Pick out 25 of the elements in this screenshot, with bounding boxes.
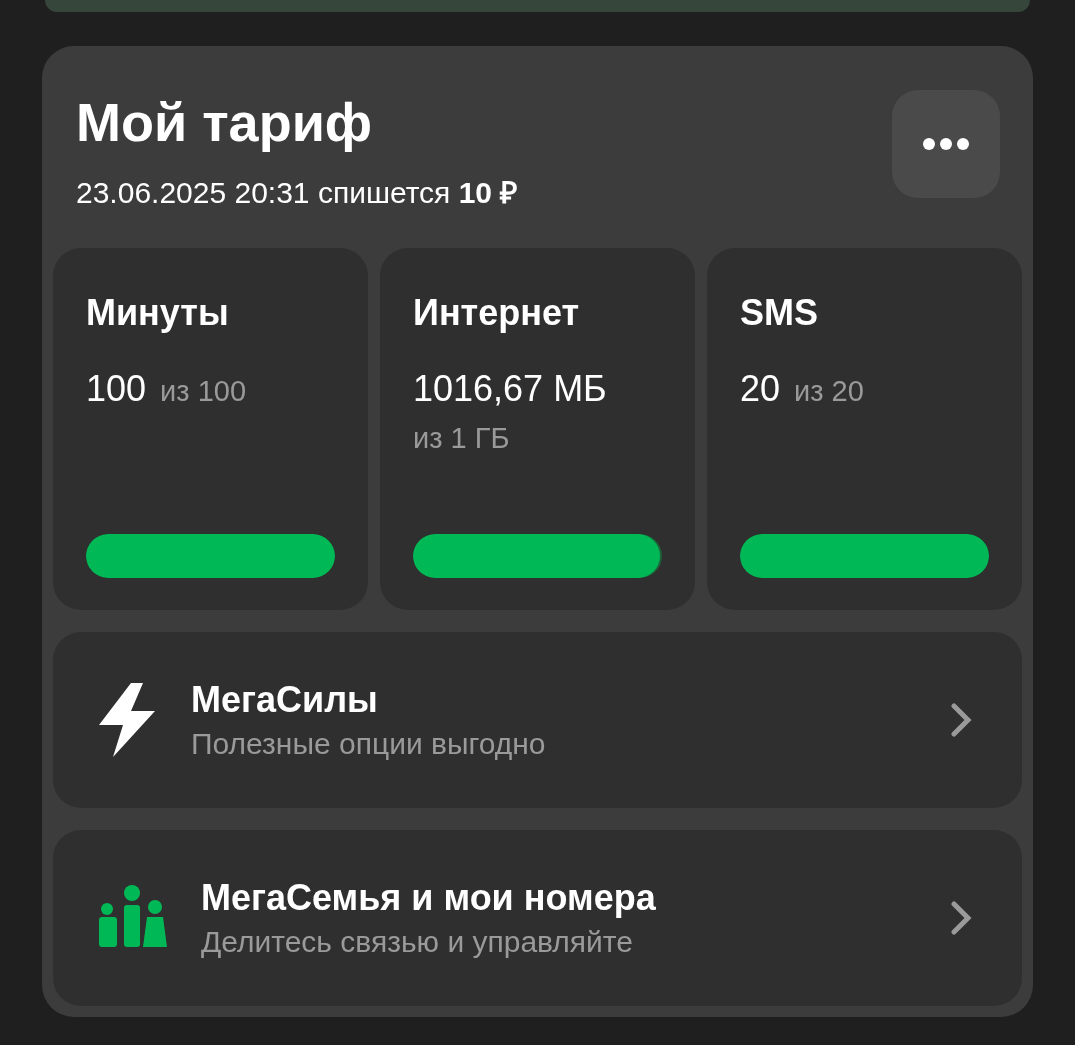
- counter-value: 20: [740, 367, 781, 410]
- chevron-icon: [950, 900, 972, 935]
- counter-title: Интернет: [413, 291, 581, 334]
- more-button[interactable]: [892, 90, 1000, 198]
- chevron-icon: [950, 702, 972, 737]
- card-title: Мой тариф: [76, 91, 374, 154]
- option-row[interactable]: МегаСемья и мои номера Делитесь связью и управляйте: [53, 829, 1022, 1006]
- counter-card[interactable]: Минуты 100 из 100: [53, 247, 368, 610]
- counter-card[interactable]: SMS 20 из 20: [707, 247, 1022, 610]
- counter-title: Минуты: [86, 291, 230, 334]
- counter-value: 1016,67 МБ: [413, 367, 607, 410]
- counter-title: SMS: [740, 291, 819, 334]
- counter-card[interactable]: Интернет 1016,67 МБ из 1 ГБ: [380, 247, 695, 610]
- counter-total: из 20: [794, 374, 864, 408]
- option-subtitle: Полезные опции выгодно: [191, 726, 547, 761]
- option-title: МегаСемья и мои номера: [201, 876, 657, 919]
- counter-value: 100: [86, 367, 147, 410]
- option-subtitle: Делитесь связью и управляйте: [201, 924, 634, 959]
- charge-text: 23.06.2025 20:31 спишется 10 ₽: [76, 174, 518, 211]
- counter-total: из 1 ГБ: [413, 421, 510, 455]
- option-row[interactable]: МегаСилы Полезные опции выгодно: [53, 631, 1022, 808]
- lightning-icon: [97, 682, 157, 757]
- option-title: МегаСилы: [191, 678, 379, 721]
- more-icon: [923, 138, 969, 150]
- counter-total: из 100: [160, 374, 247, 408]
